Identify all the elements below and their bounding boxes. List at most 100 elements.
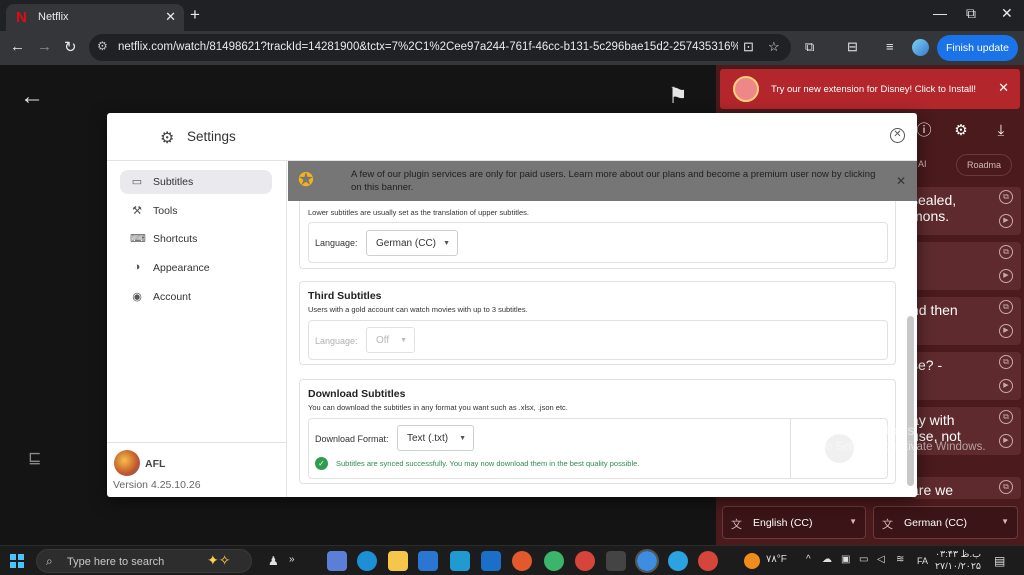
download-format-select[interactable]: Text (.txt) ▼ (397, 425, 474, 451)
sidebar-item-label: Shortcuts (153, 233, 198, 245)
episodes-icon[interactable]: ⊑ (28, 448, 41, 468)
outlook-app-icon[interactable] (481, 551, 501, 571)
copy-icon[interactable]: ⧉ (999, 300, 1013, 314)
account-icon: ◉ (132, 291, 142, 303)
settings-close-icon[interactable]: ✕ (890, 128, 905, 143)
bookmark-star-icon[interactable]: ☆ (768, 39, 780, 55)
notifications-icon[interactable]: ▤ (994, 554, 1005, 568)
tray-network-icon[interactable]: ▭ (859, 554, 868, 565)
edge-app-icon[interactable] (357, 551, 377, 571)
subtitle-text: se? - (911, 357, 943, 373)
play-icon[interactable]: ▶ (999, 379, 1013, 393)
app-badge-icon[interactable] (606, 551, 626, 571)
extensions-icon[interactable]: ⧉ (805, 39, 814, 55)
secondary-language-select[interactable]: 文 German (CC) ▼ (873, 506, 1018, 539)
windows-start-icon[interactable] (10, 554, 24, 568)
back-icon[interactable]: ← (10, 38, 25, 55)
subtitle-line[interactable]: nd then ⧉ ▶ (911, 297, 1021, 345)
forward-icon[interactable]: → (37, 38, 52, 55)
whatsapp-app-icon[interactable] (544, 551, 564, 571)
primary-language-select[interactable]: 文 English (CC) ▼ (722, 506, 866, 539)
premium-banner[interactable]: ✪ A few of our plugin services are only … (288, 161, 917, 201)
tool-app-icon[interactable] (450, 551, 470, 571)
file-explorer-icon[interactable] (388, 551, 408, 571)
tray-chevron-icon[interactable]: ^ (806, 554, 811, 565)
subtitles-icon: ▭ (131, 176, 143, 188)
minimize-button[interactable]: — (933, 5, 947, 21)
netflix-favicon-icon: N (16, 9, 27, 26)
tray-app-icon[interactable]: ▣ (841, 554, 850, 565)
install-app-icon[interactable]: ⊡ (743, 39, 754, 55)
profile-avatar[interactable] (912, 39, 929, 56)
chrome-alt-icon[interactable] (698, 551, 718, 571)
settings-modal: ⚙ Settings ✕ ▭ Subtitles ⚒ Tools ⌨ Short… (107, 113, 917, 497)
report-flag-icon[interactable]: ⚑ (668, 83, 688, 109)
sidebar-item-tools[interactable]: ⚒ Tools (120, 199, 272, 223)
input-language[interactable]: FA (917, 556, 928, 566)
chrome-app-icon[interactable] (635, 549, 659, 573)
chrome-profile-icon[interactable] (575, 551, 595, 571)
address-bar[interactable]: ⚙ netflix.com/watch/81498621?trackId=142… (89, 34, 791, 61)
restore-button[interactable]: ⧉ (966, 5, 976, 22)
browser-tab-netflix[interactable]: N Netflix ✕ (6, 4, 184, 31)
user-app-icon[interactable]: ♟ (268, 554, 279, 568)
disney-banner-close-icon[interactable]: ✕ (998, 80, 1009, 96)
subtitle-line[interactable]: are we ⧉ (911, 477, 1021, 499)
sidebar-item-label: Account (153, 291, 191, 303)
sidebar-item-subtitles[interactable]: ▭ Subtitles (120, 170, 272, 194)
overflow-icon[interactable]: » (289, 554, 295, 565)
premium-banner-close-icon[interactable]: ✕ (896, 174, 906, 188)
subtitle-text: sealed, mons. (911, 192, 957, 224)
disney-extension-banner[interactable]: Try our new extension for Disney! Click … (720, 69, 1020, 109)
store-app-icon[interactable] (418, 551, 438, 571)
play-icon[interactable]: ▶ (999, 269, 1013, 283)
copy-icon[interactable]: ⧉ (999, 480, 1013, 494)
third-language-select[interactable]: Off ▼ (366, 327, 415, 353)
firefox-app-icon[interactable] (512, 551, 532, 571)
weather-icon[interactable] (744, 553, 760, 569)
chevron-down-icon: ▼ (1001, 517, 1009, 526)
taskbar-clock[interactable]: ۰۳:۴۳ ب.ظ ۲۷/۱۰/۲۰۲۵ (928, 549, 988, 573)
url-text[interactable]: netflix.com/watch/81498621?trackId=14281… (118, 41, 738, 53)
telegram-app-icon[interactable] (668, 551, 688, 571)
weather-temp[interactable]: ۷۸°F (766, 554, 787, 565)
window-close-button[interactable]: ✕ (1001, 5, 1013, 22)
copy-icon[interactable]: ⧉ (999, 190, 1013, 204)
copy-icon[interactable]: ⧉ (999, 245, 1013, 259)
panel-settings-icon[interactable]: ⚙ (945, 115, 977, 147)
wifi-icon[interactable]: ≋ (896, 554, 904, 565)
third-subtitles-title: Third Subtitles (308, 290, 382, 302)
play-icon[interactable]: ▶ (999, 434, 1013, 448)
copilot-app-icon[interactable] (327, 551, 347, 571)
play-icon[interactable]: ▶ (999, 214, 1013, 228)
player-back-arrow-icon[interactable]: ← (20, 83, 44, 111)
subtitle-line[interactable]: sealed, mons. ⧉ ▶ (911, 187, 1021, 235)
subtitle-line[interactable]: se? - ⧉ ▶ (911, 352, 1021, 400)
site-info-icon[interactable]: ⚙ (97, 39, 108, 53)
download-icon[interactable]: ⤓ (985, 115, 1017, 147)
lower-subtitles-row: Language: German (CC) ▼ (308, 222, 888, 263)
finish-update-button[interactable]: Finish update (937, 35, 1018, 61)
sidebar-item-shortcuts[interactable]: ⌨ Shortcuts (120, 227, 272, 251)
palette-icon: ◑ (133, 261, 141, 273)
chip-ai[interactable]: AI (918, 154, 927, 176)
tab-close-icon[interactable]: ✕ (165, 9, 176, 25)
tab-search-icon[interactable]: ⊟ (847, 39, 858, 55)
settings-sidebar: ▭ Subtitles ⚒ Tools ⌨ Shortcuts ◑ Appear… (107, 161, 287, 497)
copy-icon[interactable]: ⧉ (999, 410, 1013, 424)
subtitle-line[interactable]: ⧉ ▶ (911, 242, 1021, 290)
chip-roadmap[interactable]: Roadma (956, 154, 1013, 176)
tray-cloud-icon[interactable]: ☁ (822, 554, 832, 565)
reload-icon[interactable]: ↻ (64, 38, 77, 56)
reading-list-icon[interactable]: ≡ (886, 39, 894, 54)
play-icon[interactable]: ▶ (999, 324, 1013, 338)
taskbar-search-input[interactable]: ⌕ Type here to search ✦✧ (36, 549, 252, 573)
settings-scrollbar[interactable] (907, 316, 914, 486)
disney-extension-logo-icon (733, 76, 759, 102)
sidebar-item-account[interactable]: ◉ Account (120, 285, 272, 309)
new-tab-button[interactable]: + (190, 5, 200, 25)
copy-icon[interactable]: ⧉ (999, 355, 1013, 369)
sidebar-item-appearance[interactable]: ◑ Appearance (120, 256, 272, 280)
volume-icon[interactable]: ◁ (877, 554, 885, 565)
lower-language-select[interactable]: German (CC) ▼ (366, 230, 458, 256)
